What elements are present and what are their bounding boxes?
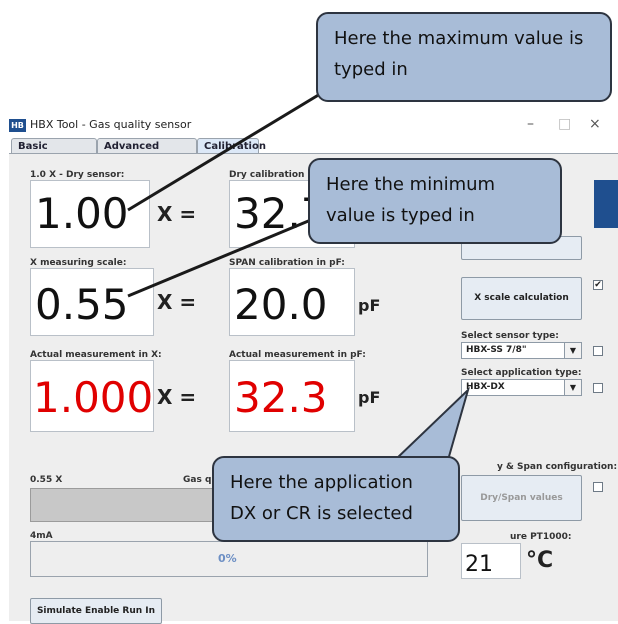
callout-maximum: Here the maximum value is typed in [316,12,612,102]
connector-app [392,386,470,461]
connector-max [127,86,331,212]
callout-minimum: Here the minimum value is typed in [308,158,562,244]
connector-min [127,210,331,298]
callout-application: Here the application DX or CR is selecte… [212,456,460,542]
